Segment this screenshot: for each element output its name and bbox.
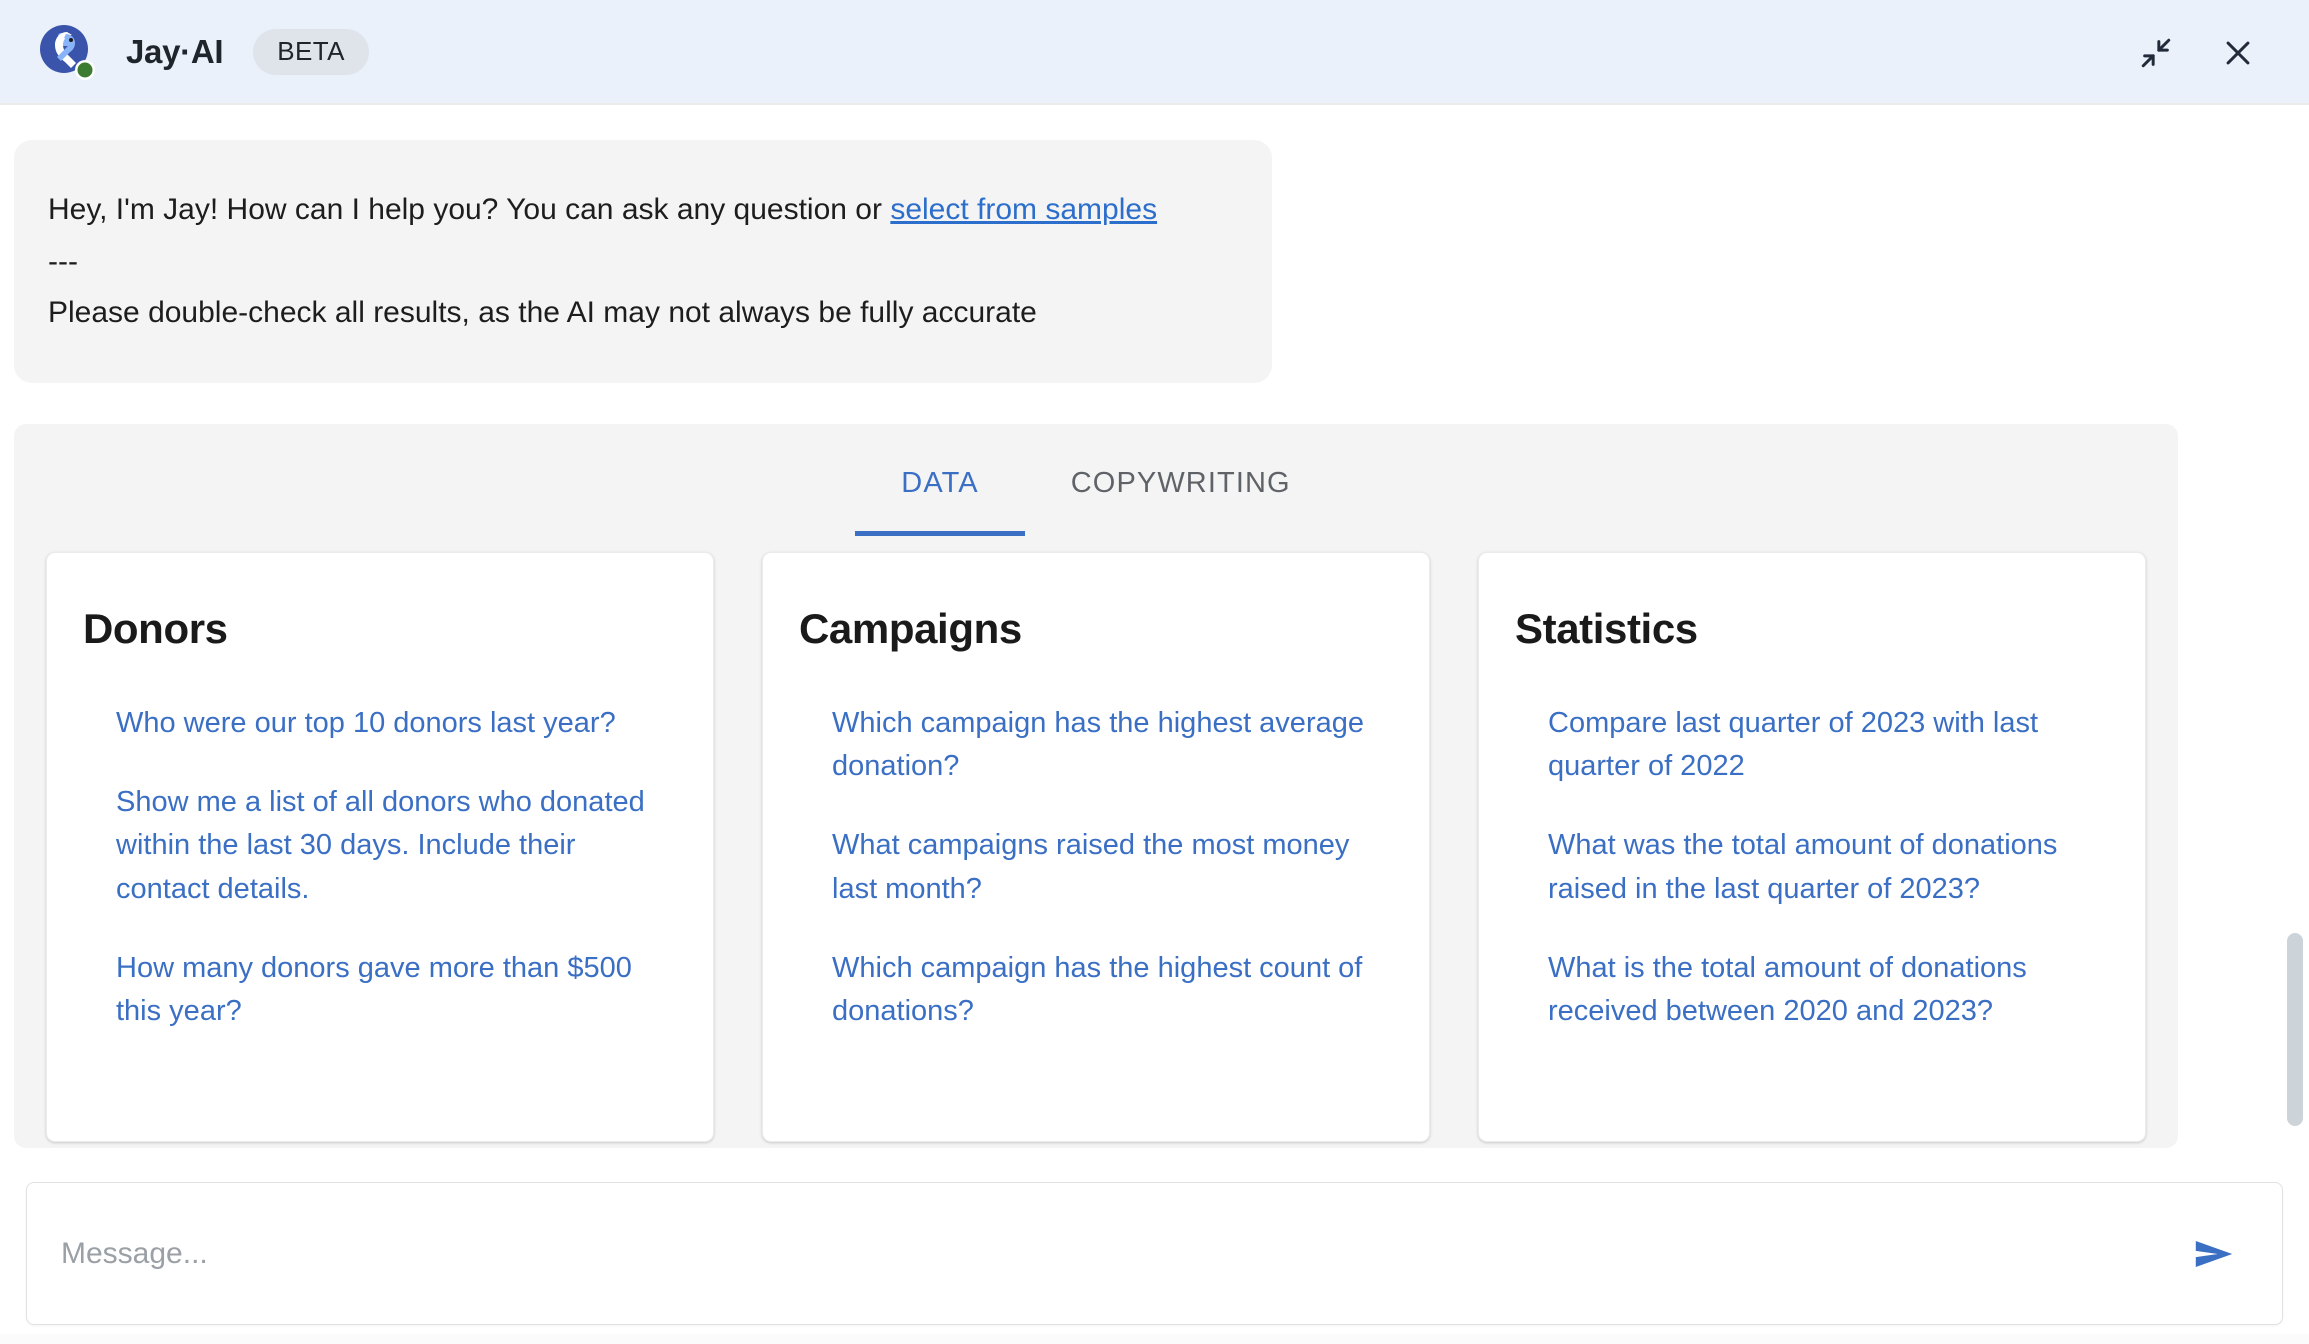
sample-card-campaigns: Campaigns Which campaign has the highest… [762, 552, 1430, 1142]
tab-bar: DATA COPYWRITING [14, 424, 2178, 536]
sample-question[interactable]: What was the total amount of donations r… [1548, 824, 2095, 910]
sample-question[interactable]: Which campaign has the highest average d… [832, 702, 1379, 788]
sample-question[interactable]: How many donors gave more than $500 this… [116, 947, 663, 1033]
sample-question[interactable]: What campaigns raised the most money las… [832, 824, 1379, 910]
greeting-text: Hey, I'm Jay! How can I help you? You ca… [48, 193, 891, 226]
sample-question[interactable]: Which campaign has the highest count of … [832, 947, 1379, 1033]
close-icon[interactable] [2215, 30, 2261, 76]
collapse-icon[interactable] [2133, 30, 2179, 76]
brand: Jay·AI BETA [36, 21, 369, 83]
greeting-disclaimer: Please double-check all results, as the … [48, 296, 1037, 330]
card-title: Donors [83, 605, 228, 652]
question-list: Compare last quarter of 2023 with last q… [1515, 702, 2109, 1033]
sample-question[interactable]: Who were our top 10 donors last year? [116, 702, 663, 745]
samples-panel: DATA COPYWRITING Donors Who were our top… [14, 424, 2178, 1148]
footer-strip [0, 1334, 2309, 1344]
sample-card-statistics: Statistics Compare last quarter of 2023 … [1478, 552, 2146, 1142]
app-header: Jay·AI BETA [0, 0, 2309, 105]
card-title: Campaigns [799, 605, 1022, 652]
greeting-separator: --- [48, 244, 78, 278]
send-icon[interactable] [2168, 1208, 2260, 1300]
tab-copywriting[interactable]: COPYWRITING [1025, 424, 1337, 536]
app-title: Jay·AI [126, 32, 224, 70]
sample-question[interactable]: Compare last quarter of 2023 with last q… [1548, 702, 2095, 788]
card-title: Statistics [1515, 605, 1698, 652]
header-actions [2133, 0, 2261, 105]
jay-bird-logo-icon [36, 21, 98, 83]
sample-question[interactable]: What is the total amount of donations re… [1548, 947, 2095, 1033]
select-from-samples-link[interactable]: select from samples [890, 193, 1157, 226]
sample-card-donors: Donors Who were our top 10 donors last y… [46, 552, 714, 1142]
message-input[interactable] [27, 1236, 2168, 1271]
sample-cards: Donors Who were our top 10 donors last y… [46, 552, 2146, 1142]
question-list: Which campaign has the highest average d… [799, 702, 1393, 1033]
greeting-line-1: Hey, I'm Jay! How can I help you? You ca… [48, 184, 1238, 236]
sample-question[interactable]: Show me a list of all donors who donated… [116, 781, 663, 911]
message-composer [26, 1182, 2283, 1325]
jay-ai-chat-window: Jay·AI BETA Hey, I'm Jay! How can I help… [0, 0, 2309, 1344]
scrollbar-thumb[interactable] [2287, 933, 2303, 1126]
question-list: Who were our top 10 donors last year? Sh… [83, 702, 677, 1033]
beta-badge: BETA [253, 28, 369, 75]
tab-data[interactable]: DATA [855, 424, 1026, 536]
assistant-greeting-bubble: Hey, I'm Jay! How can I help you? You ca… [14, 140, 1272, 383]
